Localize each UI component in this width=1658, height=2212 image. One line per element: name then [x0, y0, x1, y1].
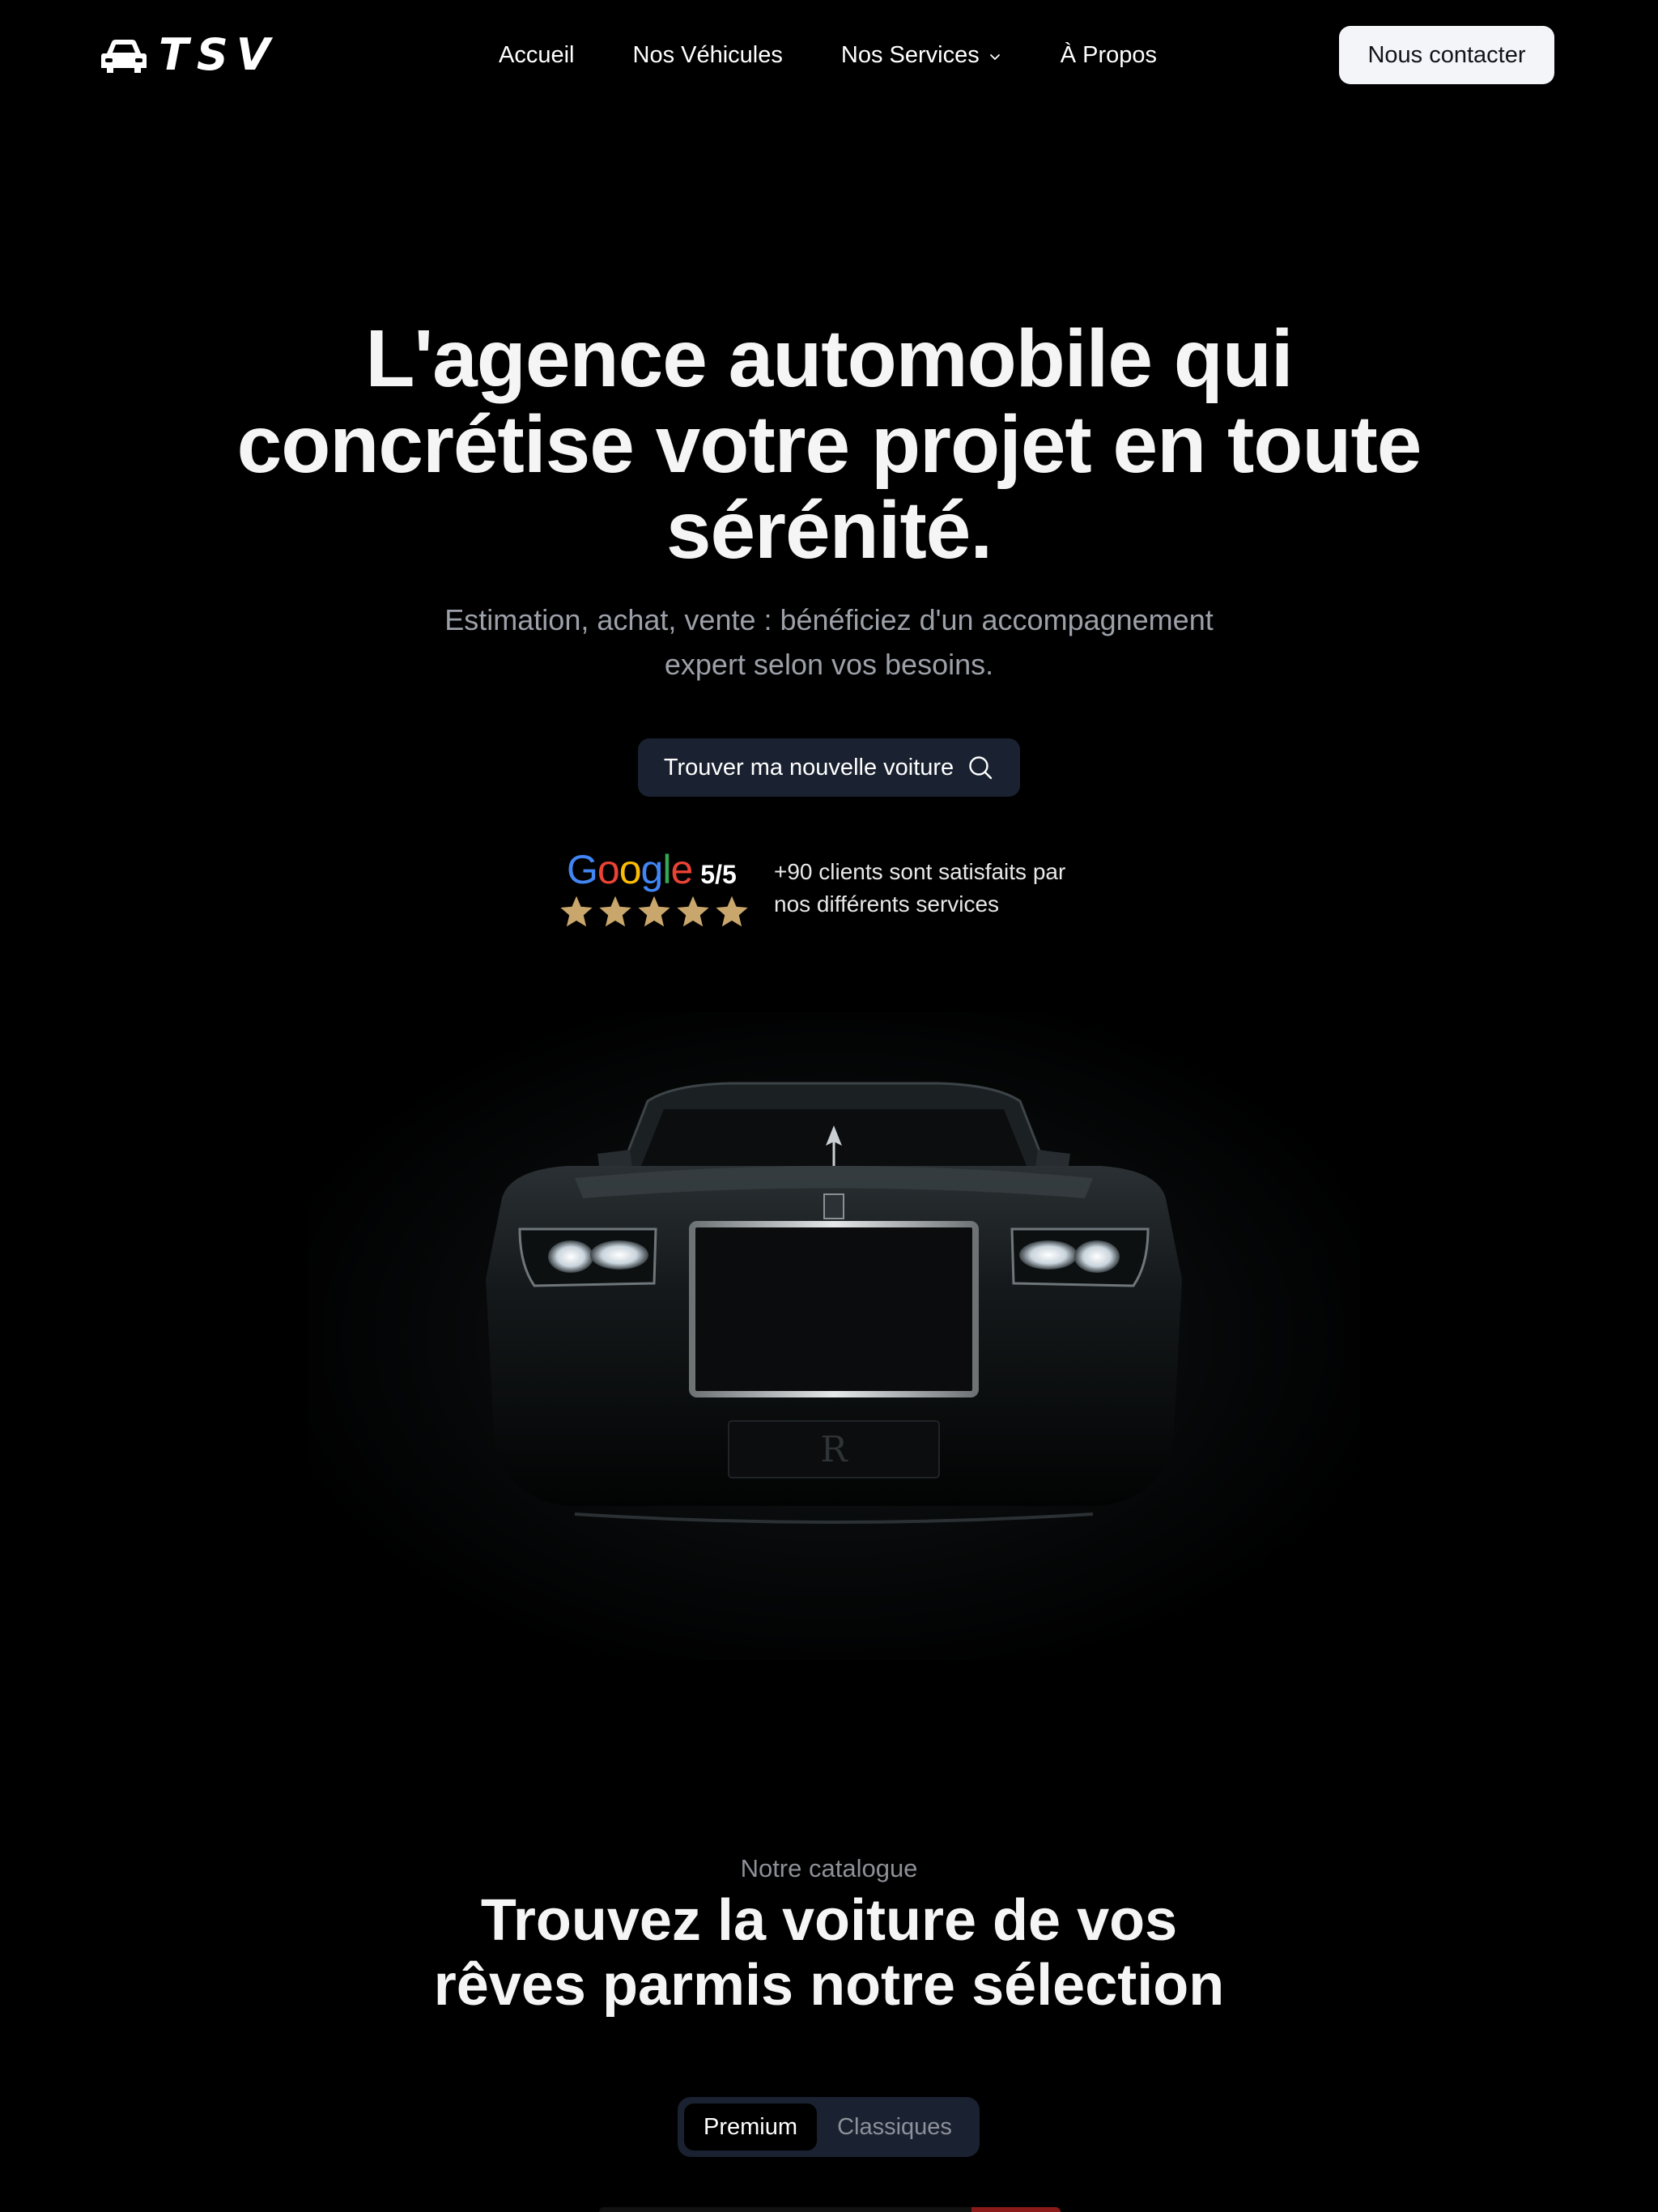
- card-accent: [971, 2207, 1061, 2212]
- luxury-car-illustration: R: [308, 1012, 1360, 1660]
- find-car-button[interactable]: Trouver ma nouvelle voiture: [638, 738, 1020, 797]
- contact-button[interactable]: Nous contacter: [1339, 26, 1554, 84]
- google-logo: Google: [567, 847, 693, 892]
- svg-text:R: R: [820, 1429, 848, 1470]
- nav-links: Accueil Nos Véhicules Nos Services À Pro…: [499, 39, 1157, 71]
- rating-text-line-1: +90 clients sont satisfaits par: [774, 859, 1066, 884]
- top-navigation: TSV Accueil Nos Véhicules Nos Services À…: [0, 0, 1658, 110]
- logo[interactable]: TSV: [100, 32, 278, 78]
- tab-premium[interactable]: Premium: [684, 2104, 817, 2150]
- hero-subtitle-line-1: Estimation, achat, vente : bénéficiez d'…: [444, 603, 1214, 636]
- catalogue-toggle: Premium Classiques: [678, 2097, 980, 2157]
- nav-link-accueil[interactable]: Accueil: [499, 42, 575, 69]
- rating-badge: Google 5/5: [559, 847, 753, 929]
- car-logo-icon: [101, 40, 147, 73]
- chevron-down-icon: [989, 54, 1000, 60]
- hero-title-line-3: sérénité.: [665, 485, 993, 576]
- nav-link-services[interactable]: Nos Services: [841, 42, 1002, 69]
- logo-text: TSV: [159, 29, 278, 80]
- rating-stars: [559, 894, 753, 929]
- catalogue-title-line-1: Trouvez la voiture de vos: [480, 1888, 1178, 1953]
- catalogue-eyebrow: Notre catalogue: [740, 1854, 918, 1882]
- rating-score: 5/5: [700, 860, 737, 889]
- tab-classiques[interactable]: Classiques: [817, 2104, 972, 2150]
- hero-title-line-2: concrétise votre projet en toute: [236, 399, 1422, 490]
- google-rating: Google 5/5 +90 clients sont satisfaits p…: [559, 844, 1114, 933]
- find-car-button-label: Trouver ma nouvelle voiture: [663, 754, 954, 781]
- vehicle-card-preview[interactable]: [599, 2207, 1061, 2212]
- hero-car-image: R: [308, 1012, 1360, 1660]
- rating-text-line-2: nos différents services: [774, 891, 1000, 917]
- hero-subtitle-line-2: expert selon vos besoins.: [664, 648, 994, 681]
- catalogue-title: Trouvez la voiture de vos rêves parmis n…: [343, 1888, 1315, 2018]
- star-icon: [716, 895, 748, 927]
- nav-link-a-propos[interactable]: À Propos: [1061, 42, 1157, 69]
- star-icon: [638, 895, 670, 927]
- catalogue-title-line-2: rêves parmis notre sélection: [433, 1953, 1225, 2018]
- search-icon: [969, 756, 993, 780]
- star-icon: [560, 895, 593, 927]
- nav-link-vehicules[interactable]: Nos Véhicules: [633, 42, 783, 69]
- hero-title-line-1: L'agence automobile qui: [365, 313, 1293, 404]
- star-icon: [599, 895, 631, 927]
- page: TSV Accueil Nos Véhicules Nos Services À…: [0, 0, 1658, 2212]
- nav-link-services-label: Nos Services: [840, 41, 980, 68]
- hero-title: L'agence automobile qui concrétise votre…: [181, 316, 1477, 573]
- rating-text: +90 clients sont satisfaits par nos diff…: [774, 856, 1114, 921]
- hero-subtitle: Estimation, achat, vente : bénéficiez d'…: [384, 598, 1274, 687]
- star-icon: [677, 895, 709, 927]
